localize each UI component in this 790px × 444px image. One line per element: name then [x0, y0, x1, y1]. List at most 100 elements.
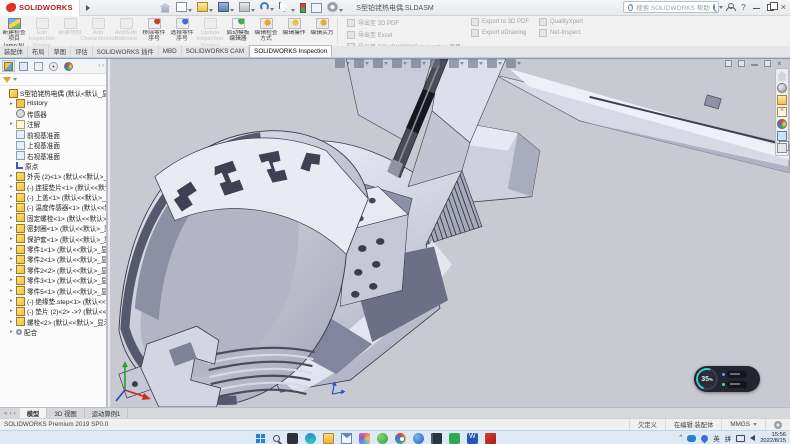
login-user-icon[interactable]	[726, 3, 734, 11]
doc-minimize-button[interactable]	[751, 60, 758, 66]
export-button[interactable]: Net-Inspect	[539, 29, 583, 37]
tree-item[interactable]: 上视基准面	[0, 140, 106, 150]
windows-start-icon[interactable]	[255, 433, 266, 444]
panel-window-icon[interactable]	[777, 131, 787, 141]
panel-home-icon[interactable]	[777, 71, 787, 81]
tool-dropdown-icon[interactable]	[441, 62, 445, 65]
headsup-tool[interactable]	[392, 59, 407, 68]
tool-dropdown-icon[interactable]	[460, 62, 464, 65]
command-tab[interactable]: SOLIDWORKS 插件	[93, 45, 159, 57]
panel-copy-icon[interactable]	[777, 143, 787, 153]
tree-item[interactable]: S型铂铑热电偶 (默认<默认_显示状态-1	[0, 88, 106, 98]
volume-icon[interactable]	[750, 435, 755, 441]
close-button[interactable]: ×	[781, 3, 786, 11]
menu-expand-arrow-icon[interactable]	[86, 5, 90, 11]
green-app-icon[interactable]	[377, 433, 388, 444]
tree-item[interactable]: 外壳 (2)<1> (默认<<默认>_显示状	[0, 171, 106, 181]
document-tab[interactable]: 模型	[20, 408, 48, 418]
headsup-tool[interactable]	[335, 59, 350, 68]
print-icon[interactable]	[239, 2, 250, 12]
save-icon[interactable]	[218, 2, 229, 12]
command-tab[interactable]: 装配体	[0, 45, 28, 57]
tree-item[interactable]: 零件2<1> (默认<<默认>_显示状	[0, 254, 106, 264]
tool-dropdown-icon[interactable]	[422, 62, 426, 65]
hidden-icons-chevron[interactable]: ^	[679, 435, 682, 441]
tool-dropdown-icon[interactable]	[498, 62, 502, 65]
tree-item[interactable]: (-) 绝缘垫.step<1> (默认<<默认>	[0, 296, 106, 306]
export-button[interactable]: QualityXpert	[539, 18, 583, 26]
tree-item[interactable]: 零件1<1> (默认<<默认>_显示状态	[0, 244, 106, 254]
chrome-icon[interactable]	[395, 433, 406, 444]
command-tab[interactable]: MBD	[159, 45, 182, 57]
save-dropdown-icon[interactable]	[230, 9, 234, 12]
document-tab[interactable]: 运动算例1	[85, 408, 129, 418]
tree-item[interactable]: 原点	[0, 161, 106, 171]
overlay-toggle-1[interactable]	[727, 371, 747, 378]
ribbon-button[interactable]: 选择零件序号	[168, 16, 196, 46]
tree-item[interactable]: 固定螺栓<1> (默认<<默认>_显示	[0, 213, 106, 223]
search-dropdown-icon[interactable]	[719, 6, 723, 9]
export-button[interactable]: 导出至 2D PDF	[347, 18, 461, 27]
onedrive-icon[interactable]	[687, 435, 696, 442]
select-dropdown-icon[interactable]	[291, 9, 295, 12]
doc-restore-button[interactable]	[764, 60, 771, 67]
tree-item[interactable]: (-) 温度传感器<1> (默认<<默认>_	[0, 202, 106, 212]
undo-icon[interactable]	[260, 2, 269, 11]
graphics-viewport[interactable]: ×	[110, 59, 790, 407]
language-indicator[interactable]: 英	[713, 433, 720, 443]
tree-item[interactable]: (-) 垫片 (2)<2> ->? (默认<<默认	[0, 306, 106, 316]
mail-icon[interactable]	[341, 433, 352, 444]
panel-globe-icon[interactable]	[777, 83, 787, 93]
ribbon-button[interactable]: 新建检查项目(amp;N)	[0, 16, 28, 46]
tree-item[interactable]: (-) 连接垫片<1> (默认<<默认>_显	[0, 182, 106, 192]
tool-dropdown-icon[interactable]	[384, 62, 388, 65]
featuremanager-tree-tab[interactable]	[2, 60, 15, 72]
tree-item[interactable]: 右视基准面	[0, 150, 106, 160]
ribbon-button[interactable]: 编辑操作	[280, 16, 308, 46]
ribbon-button[interactable]: Edit Inspection Project	[28, 16, 56, 46]
undo-dropdown-icon[interactable]	[270, 8, 274, 11]
tree-item[interactable]: 保护套<1> (默认<<默认>_显示状	[0, 233, 106, 243]
export-button[interactable]: 导出至 Excel	[347, 30, 461, 39]
ribbon-button[interactable]: 编辑买方	[308, 16, 336, 46]
headsup-tool[interactable]	[449, 59, 464, 68]
new-file-icon[interactable]	[176, 2, 187, 12]
headsup-tool[interactable]	[411, 59, 426, 68]
open-file-dropdown-icon[interactable]	[209, 9, 213, 12]
command-tab[interactable]: 评估	[71, 45, 93, 57]
ribbon-button[interactable]: 编辑检查方式	[252, 16, 280, 46]
tab-scroll-arrows[interactable]: ‹ ›	[98, 63, 104, 69]
doc-close-button[interactable]: ×	[777, 60, 784, 67]
headsup-tool[interactable]	[506, 59, 521, 68]
tree-item[interactable]: (-) 上盖<1> (默认<<默认>_显示状	[0, 192, 106, 202]
tree-item[interactable]: 螺栓<2> (默认<<默认>_显示状态	[0, 317, 106, 327]
new-file-dropdown-icon[interactable]	[188, 9, 192, 12]
browser-icon[interactable]	[413, 433, 424, 444]
solidworks-taskbar-icon[interactable]	[485, 433, 496, 444]
pane-left-icon[interactable]	[725, 60, 732, 67]
solidworks-logo[interactable]: SOLIDWORKS	[0, 0, 80, 16]
tree-item[interactable]: 零件5<1> (默认<<默认>_显示状	[0, 285, 106, 295]
help-menu-icon[interactable]: ?	[741, 3, 745, 12]
tool-dropdown-icon[interactable]	[517, 62, 521, 65]
tab-scroll-arrows[interactable]: «‹›	[0, 408, 20, 418]
status-options[interactable]	[765, 419, 790, 430]
file-explorer-icon[interactable]	[323, 433, 334, 444]
propertymanager-tab[interactable]	[17, 60, 30, 72]
photos-icon[interactable]	[359, 433, 370, 444]
home-icon[interactable]	[160, 3, 171, 13]
command-tab[interactable]: SOLIDWORKS CAM	[182, 45, 249, 57]
ribbon-button[interactable]: 移除零件序号	[140, 16, 168, 46]
tool-dropdown-icon[interactable]	[365, 62, 369, 65]
pane-right-icon[interactable]	[738, 60, 745, 67]
tree-item[interactable]: 注解	[0, 119, 106, 129]
options-dropdown-icon[interactable]	[339, 9, 343, 12]
panel-colorwheel-icon[interactable]	[777, 119, 787, 129]
model-3d-view[interactable]	[110, 59, 790, 407]
export-button[interactable]: Export to 3D PDF	[471, 18, 529, 26]
tree-item[interactable]: 零件3<1> (默认<<默认>_显示状	[0, 275, 106, 285]
select-icon[interactable]	[279, 2, 290, 12]
search-box[interactable]: ? 搜索 SOLIDWORKS 帮助	[623, 1, 719, 13]
task-view-icon[interactable]	[287, 433, 298, 444]
panel-viewcube-icon[interactable]	[777, 107, 787, 117]
